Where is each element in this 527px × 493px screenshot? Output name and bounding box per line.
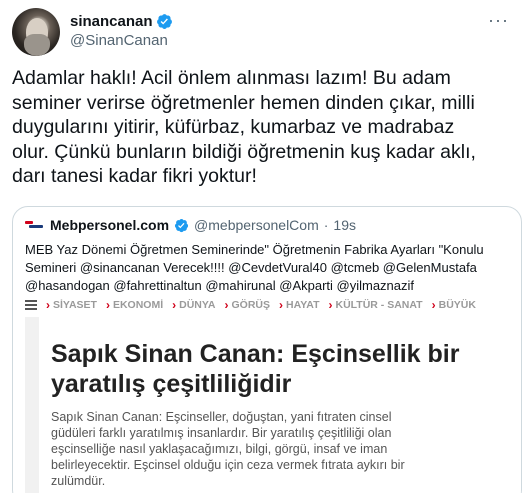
quoted-display-name[interactable]: Mebpersonel.com	[50, 217, 169, 233]
nav-item-label: GÖRÜŞ	[231, 299, 271, 311]
chevron-right-icon: ›	[46, 298, 50, 312]
quoted-timestamp[interactable]: 19s	[333, 217, 356, 233]
nav-item-label: DÜNYA	[179, 299, 216, 311]
nav-item-ekonomi[interactable]: › EKONOMİ	[106, 298, 163, 312]
nav-item-label: EKONOMİ	[112, 299, 164, 311]
article-card: Sapık Sinan Canan: Eşcinsellik bir yarat…	[39, 317, 521, 493]
mebpersonel-logo-icon	[25, 219, 45, 231]
quoted-tweet-card[interactable]: Mebpersonel.com @mebpersonelCom · 19s ME…	[12, 206, 522, 493]
avatar[interactable]	[12, 8, 60, 56]
quoted-tweet-header: Mebpersonel.com @mebpersonelCom · 19s	[25, 217, 356, 233]
quoted-tweet-text: MEB Yaz Dönemi Öğretmen Seminerinde" Öğr…	[25, 242, 484, 293]
chevron-right-icon: ›	[279, 298, 284, 312]
nav-item-kultur-sanat[interactable]: › KÜLTÜR - SANAT	[329, 298, 423, 312]
site-nav-bar: › SİYASET › EKONOMİ › DÜNYA › GÖRÜŞ › HAYAT ›…	[25, 295, 521, 315]
chevron-right-icon: ›	[172, 298, 177, 312]
author-display-name-row[interactable]: sinancanan	[70, 12, 173, 31]
article-title: Sapık Sinan Canan: Eşcinsellik bir yarat…	[51, 340, 460, 398]
nav-item-label: BÜYÜK	[438, 299, 476, 311]
nav-item-label: SİYASET	[53, 299, 97, 311]
chevron-right-icon: ›	[224, 298, 229, 312]
nav-item-siyaset[interactable]: › SİYASET	[46, 298, 97, 312]
nav-item-hayat[interactable]: › HAYAT	[279, 298, 319, 312]
hamburger-menu-icon[interactable]	[25, 300, 37, 310]
quoted-handle[interactable]: @mebpersonelCom	[194, 217, 319, 233]
avatar-beard	[24, 34, 50, 56]
verified-badge-icon	[174, 218, 189, 232]
quoted-separator: ·	[323, 217, 329, 233]
chevron-right-icon: ›	[105, 298, 110, 312]
article-screenshot: Sapık Sinan Canan: Eşcinsellik bir yarat…	[25, 317, 521, 493]
author-names: sinancanan @SinanCanan	[70, 12, 173, 49]
nav-item-buyuk[interactable]: › BÜYÜK	[432, 298, 476, 312]
nav-item-dunya[interactable]: › DÜNYA	[172, 298, 215, 312]
tweet-header: sinancanan @SinanCanan ···	[12, 8, 515, 56]
tweet-text: Adamlar haklı! Acil önlem alınması lazım…	[12, 67, 476, 187]
chevron-right-icon: ›	[431, 298, 436, 312]
verified-badge-icon	[156, 14, 172, 29]
nav-item-gorus[interactable]: › GÖRÜŞ	[225, 298, 271, 312]
chevron-right-icon: ›	[328, 298, 333, 312]
more-options-icon[interactable]: ···	[488, 10, 509, 31]
nav-item-label: KÜLTÜR - SANAT	[335, 299, 423, 311]
author-display-name[interactable]: sinancanan	[70, 13, 153, 30]
nav-item-label: HAYAT	[286, 299, 320, 311]
article-summary: Sapık Sinan Canan: Eşcinseller, doğuştan…	[51, 410, 405, 488]
author-handle[interactable]: @SinanCanan	[70, 32, 173, 49]
